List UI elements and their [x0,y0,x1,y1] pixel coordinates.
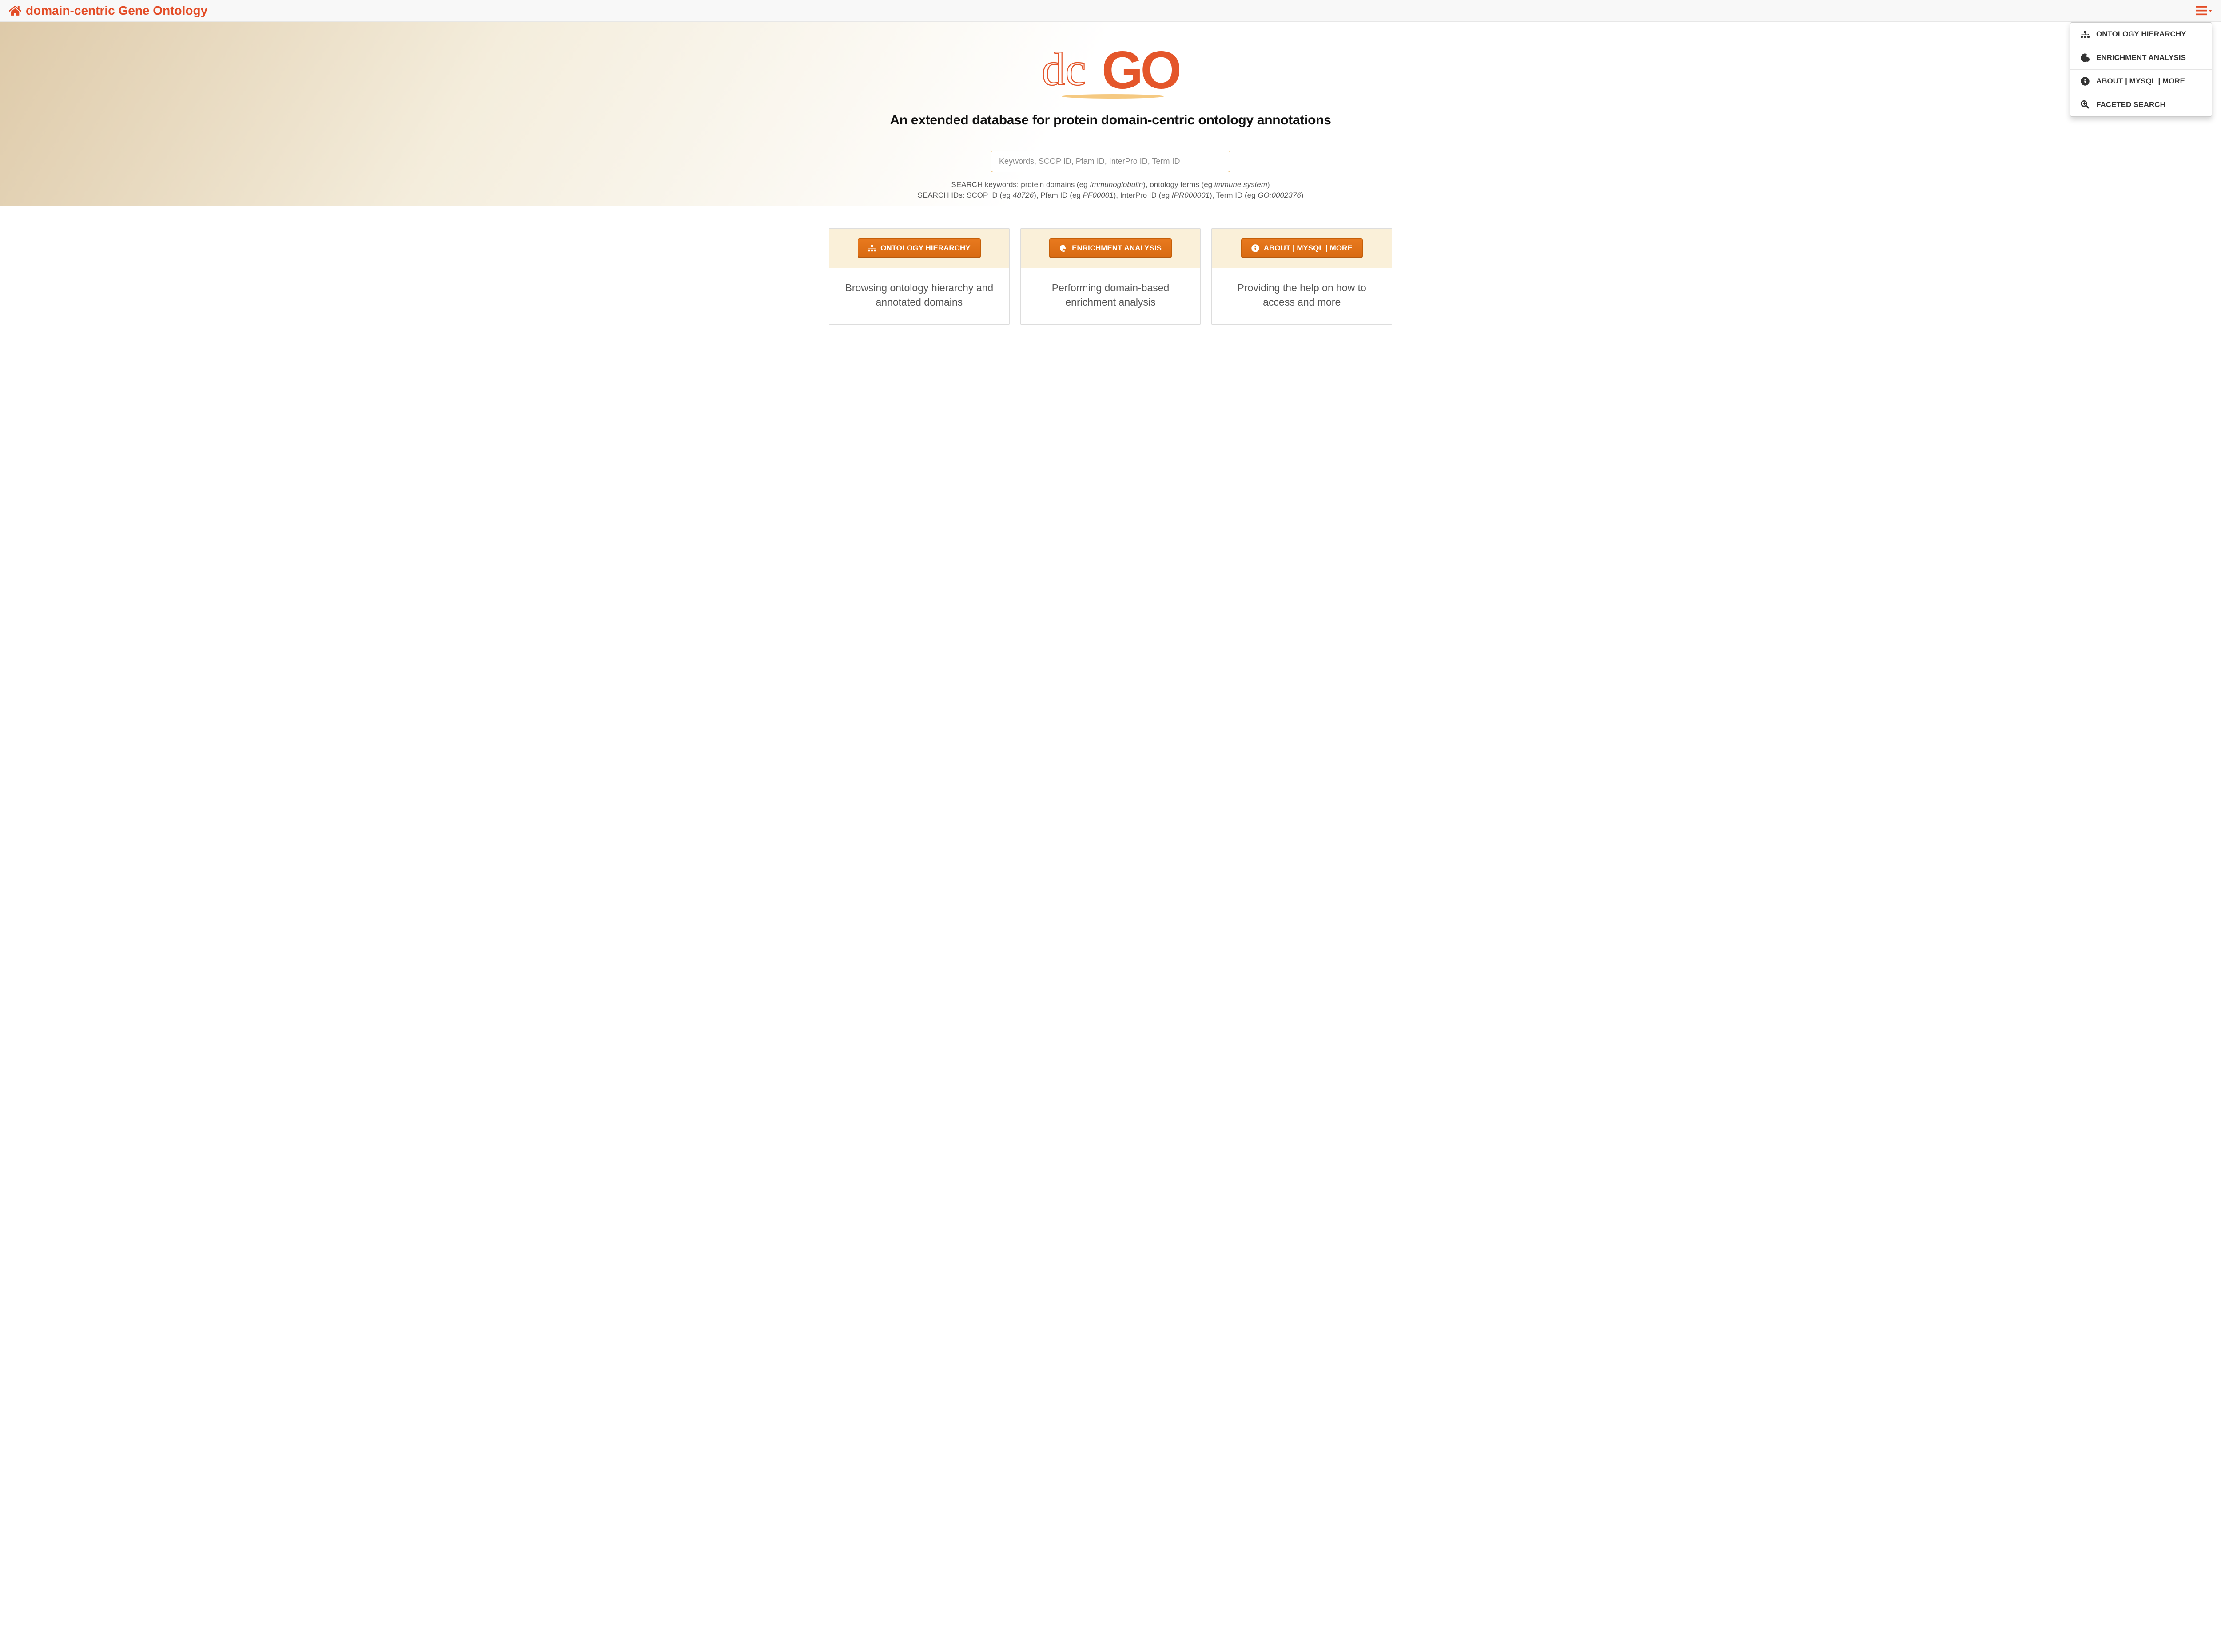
sitemap-icon [868,244,876,252]
dropdown-item-about[interactable]: ABOUT | MYSQL | MORE [2070,70,2212,93]
card-body: Browsing ontology hierarchy and annotate… [829,268,1009,324]
ontology-hierarchy-button[interactable]: ONTOLOGY HIERARCHY [858,238,980,258]
text: ) [1301,191,1304,199]
card-description: Providing the help on how to access and … [1222,281,1381,309]
sitemap-icon [2080,30,2090,39]
logo: dc GO [857,44,1364,102]
bars-icon [2196,6,2207,16]
nav-right [2196,6,2212,16]
text: ), ontology terms (eg [1143,180,1214,189]
text: ), InterPro ID (eg [1114,191,1172,199]
card-head: ENRICHMENT ANALYSIS [1021,229,1201,268]
about-button[interactable]: ABOUT | MYSQL | MORE [1241,238,1363,258]
card-head: ABOUT | MYSQL | MORE [1212,229,1392,268]
dropdown-item-faceted-search[interactable]: FACETED SEARCH [2070,93,2212,116]
site-title-link[interactable]: domain-centric Gene Ontology [26,4,207,18]
dropdown-item-label: ABOUT | MYSQL | MORE [2096,77,2185,86]
card-ontology-hierarchy: ONTOLOGY HIERARCHY Browsing ontology hie… [829,228,1010,325]
logo-underline [1062,94,1164,99]
enrich-icon [1059,244,1067,252]
home-icon[interactable] [9,4,21,17]
search-plus-icon [2080,100,2090,109]
text: SEARCH IDs: SCOP ID (eg [918,191,1013,199]
info-circle-icon [2080,77,2090,86]
tagline: An extended database for protein domain-… [857,113,1364,128]
example: 48726 [1013,191,1034,199]
example: Immunoglobulin [1090,180,1143,189]
hero-section: dc GO An extended database for protein d… [0,22,2221,206]
hero-inner: dc GO An extended database for protein d… [857,44,1364,200]
example: IPR000001 [1172,191,1210,199]
text: ), Term ID (eg [1210,191,1258,199]
dcgo-logo-icon: dc GO [1042,44,1179,102]
text: ), Pfam ID (eg [1034,191,1083,199]
logo-dc-text: dc [1042,44,1086,95]
example: immune system [1214,180,1267,189]
card-about: ABOUT | MYSQL | MORE Providing the help … [1211,228,1392,325]
dropdown-menu: ONTOLOGY HIERARCHY ENRICHMENT ANALYSIS A… [2070,22,2212,117]
logo-go-text: GO [1102,44,1179,100]
card-body: Providing the help on how to access and … [1212,268,1392,324]
dropdown-item-ontology-hierarchy[interactable]: ONTOLOGY HIERARCHY [2070,23,2212,46]
card-description: Browsing ontology hierarchy and annotate… [840,281,999,309]
dropdown-item-label: FACETED SEARCH [2096,100,2165,109]
search-help-keywords: SEARCH keywords: protein domains (eg Imm… [857,180,1364,189]
card-body: Performing domain-based enrichment analy… [1021,268,1201,324]
search-help-ids: SEARCH IDs: SCOP ID (eg 48726), Pfam ID … [857,191,1364,200]
search-input[interactable] [991,151,1230,172]
text: ) [1267,180,1270,189]
hamburger-menu-button[interactable] [2196,6,2212,16]
card-enrichment-analysis: ENRICHMENT ANALYSIS Performing domain-ba… [1020,228,1201,325]
button-label: ABOUT | MYSQL | MORE [1264,244,1353,253]
dropdown-item-label: ONTOLOGY HIERARCHY [2096,30,2186,39]
example: PF00001 [1083,191,1114,199]
enrichment-analysis-button[interactable]: ENRICHMENT ANALYSIS [1049,238,1172,258]
card-head: ONTOLOGY HIERARCHY [829,229,1009,268]
dropdown-item-label: ENRICHMENT ANALYSIS [2096,53,2186,62]
text: SEARCH keywords: protein domains (eg [951,180,1090,189]
cards-row: ONTOLOGY HIERARCHY Browsing ontology hie… [813,228,1408,342]
enrich-icon [2080,53,2090,62]
nav-left: domain-centric Gene Ontology [9,4,207,18]
info-circle-icon [1251,244,1259,252]
example: GO:0002376 [1258,191,1301,199]
card-description: Performing domain-based enrichment analy… [1031,281,1190,309]
dropdown-item-enrichment-analysis[interactable]: ENRICHMENT ANALYSIS [2070,46,2212,70]
button-label: ENRICHMENT ANALYSIS [1072,244,1162,253]
caret-down-icon [2209,10,2212,12]
navbar: domain-centric Gene Ontology ONTOLOGY HI… [0,0,2221,22]
button-label: ONTOLOGY HIERARCHY [880,244,970,253]
